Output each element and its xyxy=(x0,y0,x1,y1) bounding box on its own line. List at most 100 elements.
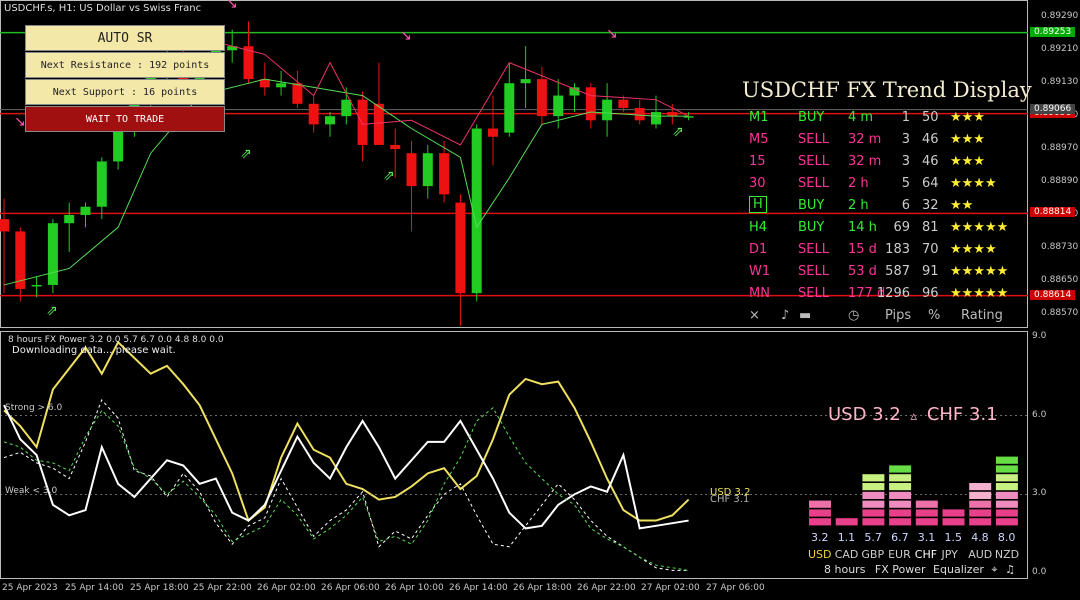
candle-body xyxy=(47,223,58,285)
equalizer-bar-gbp xyxy=(862,483,885,491)
percent-value: 81 xyxy=(922,220,939,235)
rating-stars: ★★★★★ xyxy=(950,220,1009,235)
equalizer-bar-gbp xyxy=(862,509,885,517)
candle-body xyxy=(585,87,596,121)
price-tick-label: 0.89210 xyxy=(1041,44,1079,55)
currency-name: NZD xyxy=(994,548,1020,561)
chf-line-label: CHF 3.1 xyxy=(710,494,750,505)
candle-body xyxy=(390,144,401,150)
price-tick-label: 0.88570 xyxy=(1041,307,1079,318)
equalizer-bar-nzd xyxy=(995,509,1018,517)
rating-stars: ★★★★★ xyxy=(950,264,1009,279)
compare-arrow-icon: ▵ xyxy=(910,409,918,424)
candle-body xyxy=(64,214,75,224)
percent-value: 32 xyxy=(922,198,939,213)
signal-label: SELL xyxy=(798,264,829,279)
wait-to-trade-button[interactable]: WAIT TO TRADE xyxy=(25,106,225,132)
strong-level-label: Strong > 6.0 xyxy=(5,403,63,413)
equalizer-bar-usd xyxy=(809,518,831,526)
pips-value: 69 xyxy=(893,220,910,235)
hours-label[interactable]: 8 hours xyxy=(824,563,865,576)
candle-body xyxy=(618,99,629,108)
age-label: 4 m xyxy=(848,110,874,125)
signal-label: BUY xyxy=(798,198,825,213)
trend-row-mn[interactable]: MN SELL 177 d 1296 96 ★★★★★ xyxy=(745,284,1035,304)
signal-arrow-icon: ↘ xyxy=(226,0,238,12)
percent-column-label: % xyxy=(928,308,941,323)
rating-stars: ★★ xyxy=(950,198,974,213)
direction-icon[interactable]: ▬ xyxy=(799,308,811,323)
currency-value: 4.8 xyxy=(971,531,989,544)
price-level-tag: 0.89066 xyxy=(1030,103,1076,114)
close-icon[interactable]: × xyxy=(749,308,760,323)
signal-arrow-icon: ⇗ xyxy=(383,168,395,184)
timeframe-label: 15 xyxy=(749,154,766,169)
equalizer-bar-eur xyxy=(889,483,912,491)
music-icon[interactable]: ♫ xyxy=(1005,563,1015,576)
currency-value: 6.7 xyxy=(891,531,909,544)
pips-value: 5 xyxy=(901,176,910,191)
trend-row-15[interactable]: 15 SELL 32 m 3 46 ★★★ xyxy=(745,152,1035,172)
age-label: 2 h xyxy=(848,176,869,191)
equalizer-label: Equalizer xyxy=(933,563,984,576)
percent-value: 46 xyxy=(922,132,939,147)
equalizer-bar-aud xyxy=(969,509,992,517)
equalizer-bar-eur xyxy=(889,518,912,526)
trend-row-w1[interactable]: W1 SELL 53 d 587 91 ★★★★★ xyxy=(745,262,1035,282)
percent-value: 50 xyxy=(922,110,939,125)
rating-stars: ★★★★ xyxy=(950,176,997,191)
candle-body xyxy=(455,202,466,294)
quote-strength: CHF 3.1 xyxy=(926,404,998,425)
pips-value: 1296 xyxy=(876,286,910,301)
pips-value: 3 xyxy=(901,132,910,147)
time-tick-label: 26 Apr 06:00 xyxy=(321,583,380,593)
crosshair-icon[interactable]: ⌖ xyxy=(991,563,997,576)
candle-body xyxy=(667,112,678,117)
time-tick-label: 26 Apr 14:00 xyxy=(449,583,508,593)
time-tick-label: 26 Apr 18:00 xyxy=(513,583,572,593)
trend-row-30[interactable]: 30 SELL 2 h 5 64 ★★★★ xyxy=(745,174,1035,194)
equalizer-bar-nzd xyxy=(995,465,1018,473)
timeframe-label: D1 xyxy=(749,242,768,257)
equalizer-bar-nzd xyxy=(995,474,1018,482)
trend-row-m5[interactable]: M5 SELL 32 m 3 46 ★★★ xyxy=(745,130,1035,150)
equalizer-bar-jpy xyxy=(942,509,965,517)
trend-row-m1[interactable]: M1 BUY 4 m 1 50 ★★★ xyxy=(745,108,1035,128)
candle-body xyxy=(357,99,368,145)
equalizer-bar-gbp xyxy=(862,500,885,508)
signal-arrow-icon: ↘ xyxy=(14,114,26,130)
equalizer-bar-eur xyxy=(889,500,912,508)
time-tick-label: 26 Apr 02:00 xyxy=(257,583,316,593)
age-label: 15 d xyxy=(848,242,877,257)
auto-sr-title-button[interactable]: AUTO SR xyxy=(25,25,225,51)
signal-label: BUY xyxy=(798,110,825,125)
timeframe-label: M1 xyxy=(749,110,769,125)
age-label: 32 m xyxy=(848,154,882,169)
rating-stars: ★★★ xyxy=(950,154,985,169)
signal-arrow-icon: ⇗ xyxy=(240,146,252,162)
candle-body xyxy=(373,103,384,145)
price-level-tag: 0.88814 xyxy=(1030,207,1076,218)
time-tick-label: 25 Apr 22:00 xyxy=(193,583,252,593)
currency-name: USD xyxy=(808,548,832,561)
trend-row-h4[interactable]: H4 BUY 14 h 69 81 ★★★★★ xyxy=(745,218,1035,238)
sound-icon[interactable]: ♪ xyxy=(781,308,789,323)
currency-value: 3.2 xyxy=(811,531,829,544)
signal-label: BUY xyxy=(798,220,825,235)
trend-row-d1[interactable]: D1 SELL 15 d 183 70 ★★★★ xyxy=(745,240,1035,260)
signal-label: SELL xyxy=(798,176,829,191)
equalizer-bar-chf xyxy=(915,500,938,508)
time-tick-label: 25 Apr 18:00 xyxy=(130,583,189,593)
trend-footer: × ♪ ▬ ◷ Pips % Rating xyxy=(745,306,1035,326)
indicator-tick-label: 6.0 xyxy=(1032,409,1047,420)
trend-display-title: USDCHF FX Trend Display xyxy=(742,78,1032,102)
candle-body xyxy=(520,79,531,84)
indicator-tick-label: 9.0 xyxy=(1032,331,1047,341)
timeframe-label: M5 xyxy=(749,132,769,147)
timeframe-label: H xyxy=(749,196,767,213)
equalizer-bar-aud xyxy=(969,518,992,526)
trend-row-h[interactable]: H BUY 2 h 6 32 ★★ xyxy=(745,196,1035,216)
percent-value: 70 xyxy=(922,242,939,257)
timeframe-label: H4 xyxy=(749,220,768,235)
indicator-title: 8 hours FX Power 3.2 0.0 5.7 6.7 0.0 4.8… xyxy=(8,335,224,345)
